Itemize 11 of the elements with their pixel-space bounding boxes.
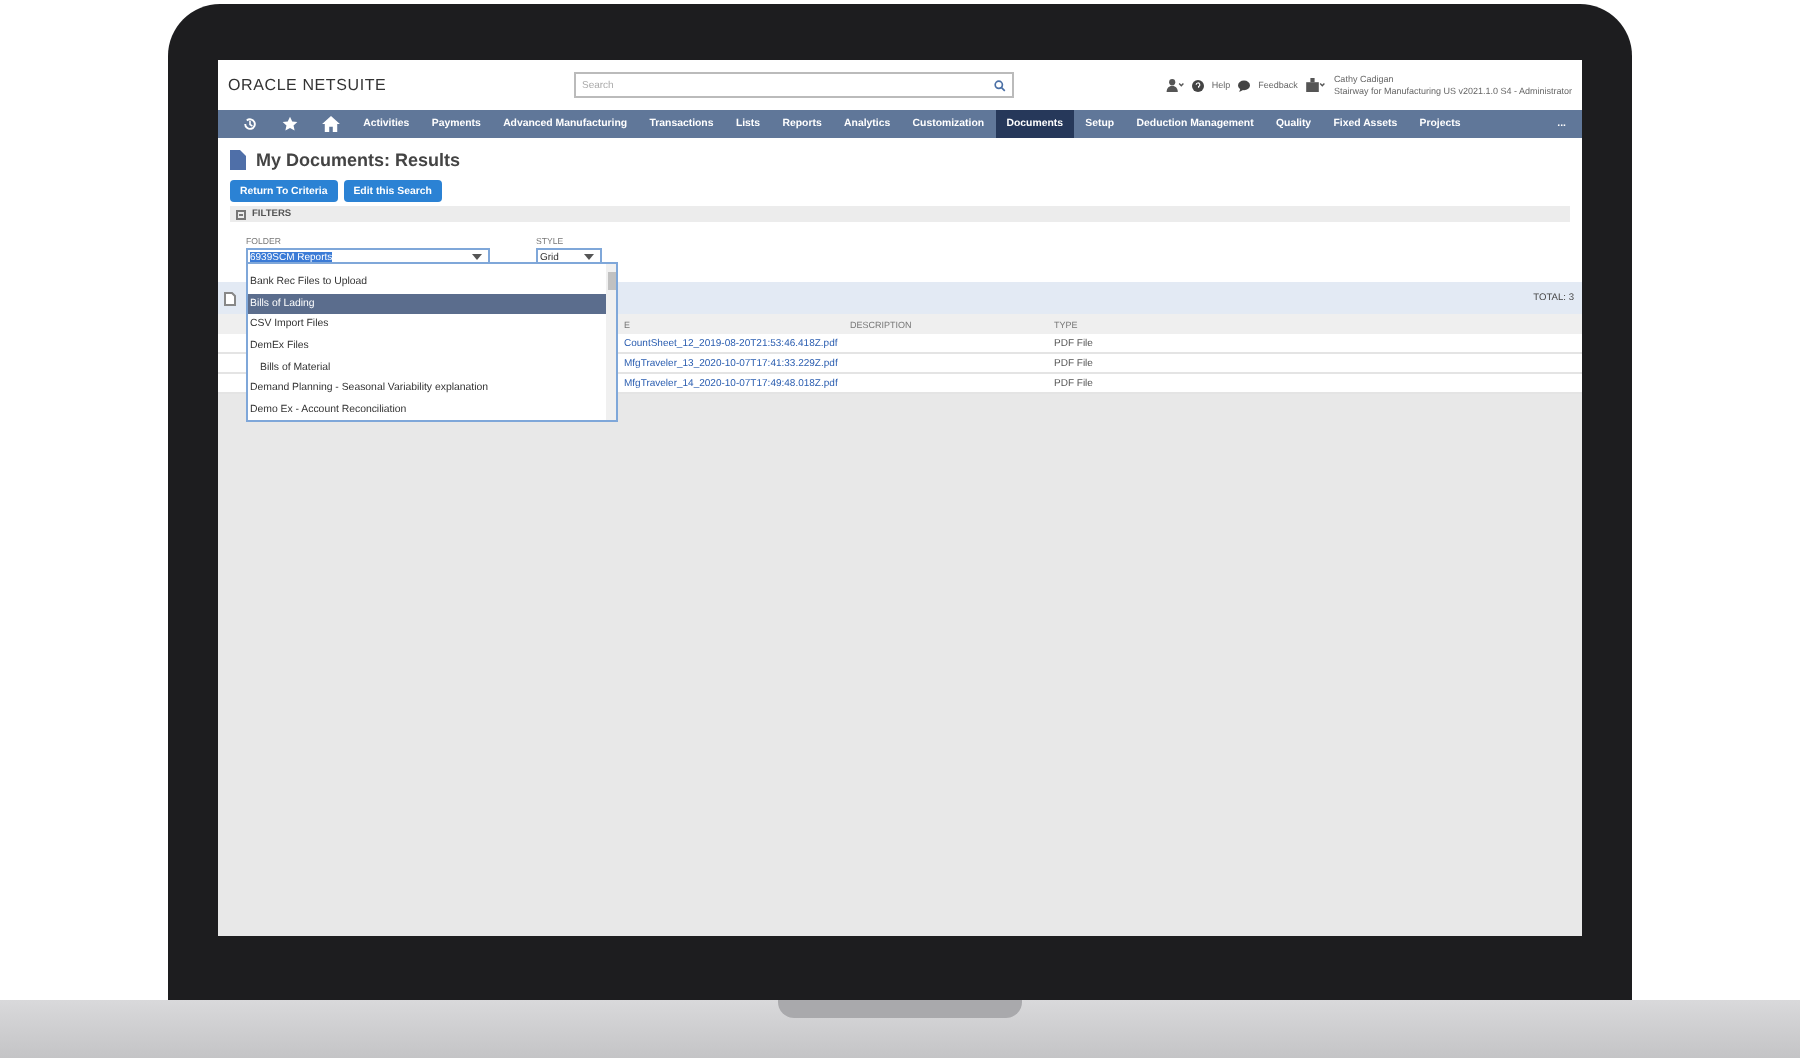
person-icon[interactable] — [1165, 78, 1184, 92]
scrollbar[interactable] — [606, 264, 616, 420]
logo: ORACLE NETSUITE — [228, 76, 389, 94]
document-icon — [230, 149, 246, 169]
collapse-icon — [236, 209, 246, 219]
help-icon[interactable] — [1191, 79, 1204, 91]
search-icon[interactable] — [994, 79, 1006, 91]
chat-icon[interactable] — [1238, 79, 1251, 91]
building-icon[interactable] — [1305, 78, 1326, 92]
page-title: My Documents: Results — [256, 149, 461, 169]
file-icon — [224, 291, 236, 305]
